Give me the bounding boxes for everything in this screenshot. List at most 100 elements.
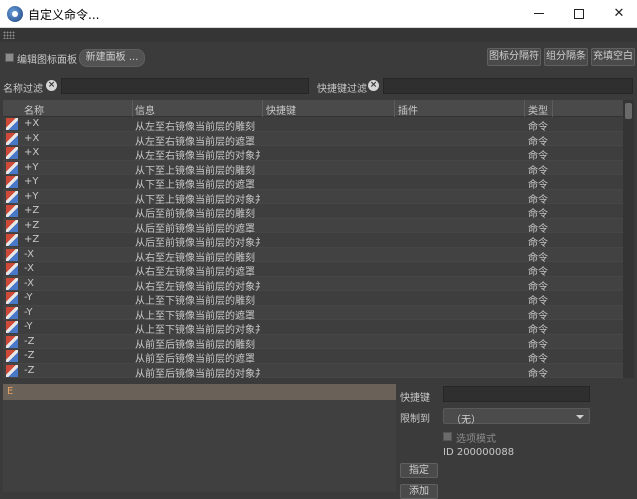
cell-name: -Z: [24, 335, 35, 347]
cell-info: 从前至后镜像当前层的对象并忍: [135, 368, 260, 379]
edit-panel-checkbox[interactable]: [5, 53, 14, 62]
shortcut-filter-input[interactable]: [383, 78, 633, 94]
table-row[interactable]: -Y 从上至下镜像当前层的雕刻 命令: [3, 291, 623, 307]
command-id: ID 200000088: [443, 447, 515, 458]
table-row[interactable]: -X 从右至左镜像当前层的遮罩 命令: [3, 262, 623, 278]
column-divider[interactable]: [394, 100, 395, 117]
cell-name: -X: [24, 248, 34, 260]
table-row[interactable]: -Z 从前至后镜像当前层的对象并忍 命令: [3, 363, 623, 379]
cell-name: +Z: [24, 205, 40, 216]
selection-marker: E: [7, 386, 14, 397]
table-row[interactable]: +Y 从下至上镜像当前层的雕刻 命令: [3, 160, 623, 177]
cell-name: +X: [24, 118, 40, 129]
name-filter-input[interactable]: [61, 78, 309, 94]
command-icon: [6, 161, 18, 174]
shortcut-label: 快捷键: [400, 393, 430, 404]
table-row[interactable]: -X从右至左镜像当前层的对象并忍命令: [3, 276, 623, 293]
shortcut-filter-label: 快捷键过滤: [317, 84, 367, 95]
restrict-select[interactable]: （无）: [443, 408, 590, 426]
column-divider[interactable]: [262, 100, 263, 117]
add-button[interactable]: 添加: [400, 484, 438, 499]
minimize-icon: [534, 13, 544, 14]
command-icon: [6, 176, 18, 188]
grip-handle-icon[interactable]: [3, 31, 15, 39]
cell-name: -Y: [24, 306, 33, 318]
option-mode-label: 选项模式: [456, 434, 496, 445]
cell-name: -Y: [24, 292, 33, 303]
cell-name: +X: [24, 132, 40, 144]
command-icon: [6, 118, 18, 130]
table-row[interactable]: +X 从左至右镜像当前层的遮罩 命令: [3, 131, 623, 148]
column-header-plugin[interactable]: 插件: [398, 102, 418, 117]
cell-name: +Y: [24, 190, 39, 202]
icon-separator-button[interactable]: 图标分隔符: [487, 48, 541, 66]
column-divider[interactable]: [552, 100, 553, 117]
table-row[interactable]: -Y从上至下镜像当前层的对象并忍命令: [3, 320, 623, 336]
command-table: 名称 信息 快捷键 插件 类型 +X 从左至右镜像当前层的雕刻 命令 +X 从左至右镜像…: [3, 100, 634, 378]
table-row[interactable]: +Z 从后至前镜像当前层的遮罩 命令: [3, 218, 623, 235]
title-bar: 自定义命令... ✕: [0, 0, 637, 28]
column-divider[interactable]: [524, 100, 525, 117]
restrict-label: 限制到: [400, 414, 430, 425]
command-icon: [6, 350, 18, 362]
cell-name: +Z: [24, 219, 40, 231]
command-icon: [6, 277, 18, 290]
column-header-name[interactable]: 名称: [24, 102, 44, 117]
close-icon: ✕: [613, 6, 625, 21]
table-row[interactable]: -X 从右至左镜像当前层的雕刻 命令: [3, 247, 623, 264]
cell-name: +X: [24, 147, 40, 158]
command-icon: [6, 248, 18, 261]
cell-name: +Y: [24, 161, 39, 173]
toolbar: 编辑图标面板 新建面板 ... 图标分隔符 组分隔条 充填空白: [0, 46, 637, 68]
app-icon: [7, 6, 23, 22]
properties-panel: 快捷键 限制到 （无） 选项模式 ID 200000088 指定 添加: [398, 384, 637, 499]
shortcut-input[interactable]: [443, 386, 590, 402]
column-header-shortcut[interactable]: 快捷键: [266, 102, 296, 117]
command-icon: [6, 190, 18, 203]
command-icon: [6, 132, 18, 145]
command-icon: [6, 263, 18, 275]
cell-name: -X: [24, 263, 34, 274]
command-icon: [6, 335, 18, 348]
table-row[interactable]: -Z 从前至后镜像当前层的雕刻 命令: [3, 334, 623, 351]
cell-name: +Y: [24, 176, 39, 187]
table-row[interactable]: +X 从左至右镜像当前层的雕刻 命令: [3, 117, 623, 133]
vertical-scrollbar[interactable]: [623, 100, 634, 378]
table-header: 名称 信息 快捷键 插件 类型: [3, 100, 623, 117]
command-icon: [6, 147, 18, 159]
column-header-info[interactable]: 信息: [135, 102, 155, 117]
table-row[interactable]: +Z 从后至前镜像当前层的雕刻 命令: [3, 204, 623, 220]
command-icon: [6, 219, 18, 232]
table-body: +X 从左至右镜像当前层的雕刻 命令 +X 从左至右镜像当前层的遮罩 命令 +X 从左至右镜像…: [3, 117, 623, 378]
clear-name-filter-icon[interactable]: ×: [46, 80, 57, 91]
option-mode-checkbox[interactable]: [443, 432, 452, 441]
selected-item-strip[interactable]: E: [3, 384, 396, 400]
dropdown-arrow-icon: [576, 415, 584, 419]
table-row[interactable]: +Z从后至前镜像当前层的对象并忍命令: [3, 233, 623, 249]
command-icon: [6, 364, 18, 377]
command-icon: [6, 205, 18, 217]
cell-name: -Y: [24, 321, 33, 332]
clear-shortcut-filter-icon[interactable]: ×: [368, 80, 379, 91]
table-row[interactable]: +Y从下至上镜像当前层的对象并忍命令: [3, 189, 623, 206]
cell-name: -Z: [24, 350, 35, 361]
column-header-type[interactable]: 类型: [528, 102, 548, 117]
group-separator-button[interactable]: 组分隔条: [544, 48, 588, 66]
table-row[interactable]: +X从左至右镜像当前层的对象并忍命令: [3, 146, 623, 162]
filter-row: 名称过滤 × 快捷键过滤 ×: [0, 78, 637, 95]
close-button[interactable]: ✕: [596, 0, 637, 28]
fill-space-button[interactable]: 充填空白: [591, 48, 635, 66]
scrollbar-thumb[interactable]: [625, 103, 632, 119]
grip-bar: [0, 28, 637, 42]
new-panel-button[interactable]: 新建面板 ...: [79, 49, 145, 67]
table-row[interactable]: -Y 从上至下镜像当前层的遮罩 命令: [3, 305, 623, 322]
command-preview-panel: E: [3, 384, 396, 492]
cell-name: -Z: [24, 364, 35, 376]
name-filter-label: 名称过滤: [3, 84, 43, 95]
table-row[interactable]: +Y 从下至上镜像当前层的遮罩 命令: [3, 175, 623, 191]
cell-name: -X: [24, 277, 34, 289]
command-icon: [6, 234, 18, 246]
column-divider[interactable]: [132, 100, 133, 117]
table-row[interactable]: -Z 从前至后镜像当前层的遮罩 命令: [3, 349, 623, 365]
assign-button[interactable]: 指定: [400, 463, 438, 478]
